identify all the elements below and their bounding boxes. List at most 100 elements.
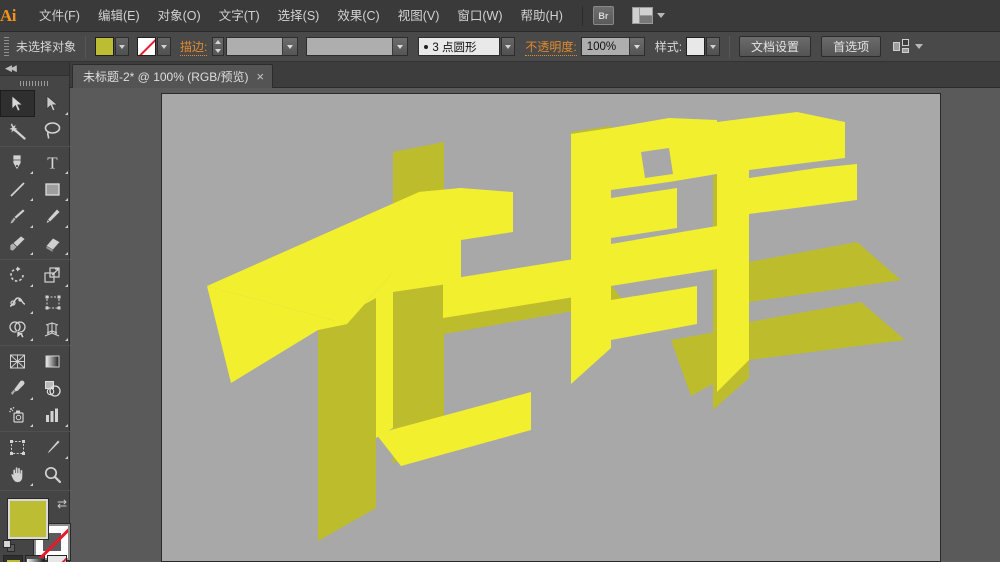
document-tab-bar: 未标题-2* @ 100% (RGB/预览) × (0, 62, 1000, 88)
stroke-profile-combo[interactable] (306, 37, 409, 56)
control-bar-grip[interactable] (4, 36, 9, 57)
menu-type[interactable]: 文字(T) (210, 0, 269, 32)
selection-status-label: 未选择对象 (16, 40, 77, 54)
magic-wand-tool[interactable] (0, 117, 35, 144)
menu-bar: Ai 文件(F) 编辑(E) 对象(O) 文字(T) 选择(S) 效果(C) 视… (0, 0, 1000, 32)
menu-help[interactable]: 帮助(H) (512, 0, 572, 32)
symbol-sprayer-tool[interactable] (0, 402, 35, 429)
tool-flyout-indicator (30, 338, 33, 341)
tool-separator (0, 345, 70, 346)
workspace-layout-icon (631, 7, 653, 24)
close-icon[interactable]: × (257, 70, 265, 83)
brush-definition-combo[interactable]: 3 点圆形 (418, 37, 501, 56)
gradient-tool[interactable] (35, 348, 70, 375)
stroke-weight-combo[interactable] (226, 37, 299, 56)
line-segment-tool[interactable] (0, 176, 35, 203)
tools-panel-header[interactable]: ◀◀ (0, 62, 69, 76)
menu-object[interactable]: 对象(O) (149, 0, 210, 32)
stroke-profile-dropdown-arrow[interactable] (392, 38, 408, 55)
opacity-label[interactable]: 不透明度: (525, 38, 577, 56)
fill-swatch-dropdown[interactable] (115, 37, 130, 56)
tool-separator (0, 431, 70, 432)
menu-view[interactable]: 视图(V) (389, 0, 449, 32)
brush-definition-dropdown[interactable] (501, 37, 516, 56)
chevron-down-icon (161, 44, 168, 49)
bridge-button[interactable]: Br (592, 6, 614, 25)
chevron-down-icon[interactable] (915, 44, 924, 49)
stroke-weight-dropdown-arrow[interactable] (282, 38, 298, 55)
fill-stroke-widget: ⇄ (0, 495, 71, 561)
pencil-tool[interactable] (35, 203, 70, 230)
menu-file[interactable]: 文件(F) (30, 0, 89, 32)
menu-window[interactable]: 窗口(W) (448, 0, 511, 32)
slice-tool[interactable] (35, 434, 70, 461)
stroke-swatch-dropdown[interactable] (157, 37, 172, 56)
column-graph-tool[interactable] (35, 402, 70, 429)
paintbrush-tool[interactable] (0, 203, 35, 230)
document-setup-button[interactable]: 文档设置 (739, 36, 812, 57)
graphic-style-dropdown[interactable] (706, 37, 721, 56)
pen-tool[interactable] (0, 149, 35, 176)
stroke-color-swatch[interactable] (137, 37, 157, 56)
tool-flyout-indicator (30, 225, 33, 228)
workspace-switcher[interactable] (631, 7, 665, 24)
chevron-down-icon (119, 44, 126, 49)
type-tool[interactable]: T (35, 149, 70, 176)
opacity-combo[interactable]: 100% (580, 37, 645, 56)
free-transform-tool[interactable] (35, 289, 70, 316)
shape-builder-tool[interactable] (0, 316, 35, 343)
none-mode-button[interactable] (47, 555, 67, 562)
graphic-style-swatch[interactable] (686, 37, 706, 56)
style-label: 样式: (654, 40, 683, 54)
perspective-grid-tool[interactable] (35, 316, 70, 343)
preferences-button[interactable]: 首选项 (821, 36, 882, 57)
selection-tool[interactable] (0, 90, 35, 117)
control-divider-2 (729, 35, 731, 58)
chevron-down-icon (397, 44, 404, 49)
document-tab[interactable]: 未标题-2* @ 100% (RGB/预览) × (72, 64, 274, 88)
svg-text:T: T (47, 154, 58, 173)
scale-tool[interactable] (35, 262, 70, 289)
menu-effect[interactable]: 效果(C) (328, 0, 388, 32)
fill-color-indicator[interactable] (7, 498, 49, 540)
artboard-tool[interactable] (0, 434, 35, 461)
menu-divider (581, 5, 583, 26)
tool-flyout-indicator (65, 456, 68, 459)
zoom-tool[interactable] (35, 461, 70, 488)
eraser-tool[interactable] (35, 230, 70, 257)
collapse-panel-icon[interactable]: ◀◀ (5, 63, 17, 74)
lasso-tool[interactable] (35, 117, 70, 144)
opacity-dropdown-arrow[interactable] (628, 38, 644, 55)
stroke-weight-stepper[interactable] (212, 37, 225, 56)
blend-tool[interactable] (35, 375, 70, 402)
rectangle-tool[interactable] (35, 176, 70, 203)
tools-panel-grip[interactable] (0, 76, 69, 90)
menu-bar-right-controls: Br (572, 0, 1000, 32)
menu-select[interactable]: 选择(S) (269, 0, 329, 32)
stepper-up-icon (215, 40, 222, 45)
default-fill-stroke-icon[interactable] (3, 540, 16, 553)
color-mode-button[interactable] (3, 555, 23, 562)
eyedropper-tool[interactable] (0, 375, 35, 402)
menu-edit[interactable]: 编辑(E) (89, 0, 149, 32)
stroke-weight-label[interactable]: 描边: (180, 38, 208, 56)
width-tool[interactable] (0, 289, 35, 316)
artwork-3d-extruded-text[interactable] (162, 94, 940, 561)
illustrator-window: Ai 文件(F) 编辑(E) 对象(O) 文字(T) 选择(S) 效果(C) 视… (0, 0, 1000, 562)
hand-tool[interactable] (0, 461, 35, 488)
blob-brush-tool[interactable] (0, 230, 35, 257)
canvas-work-area[interactable] (70, 88, 1000, 562)
tool-grid: T (0, 90, 70, 493)
brush-definition-value: 3 点圆形 (432, 41, 477, 54)
fill-mode-buttons (0, 555, 70, 562)
align-objects-icon[interactable] (893, 39, 911, 54)
artboard[interactable] (161, 93, 941, 562)
mesh-tool[interactable] (0, 348, 35, 375)
fill-color-swatch[interactable] (95, 37, 115, 56)
direct-selection-tool[interactable] (35, 90, 70, 117)
swap-fill-stroke-icon[interactable]: ⇄ (57, 497, 67, 511)
tool-flyout-indicator (30, 397, 33, 400)
tool-flyout-indicator (65, 252, 68, 255)
tool-flyout-indicator (65, 338, 68, 341)
rotate-tool[interactable] (0, 262, 35, 289)
